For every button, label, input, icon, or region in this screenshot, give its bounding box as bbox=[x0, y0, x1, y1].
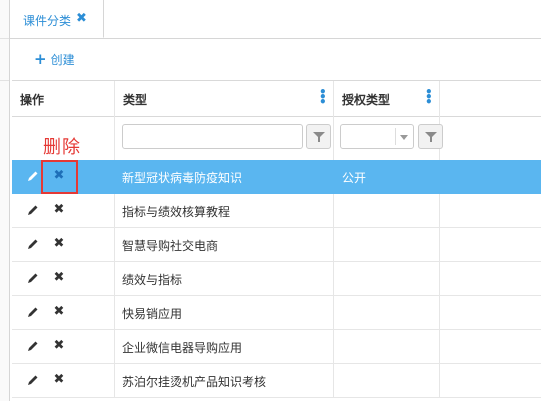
type-cell: 智慧导购社交电商 bbox=[115, 228, 334, 262]
delete-icon[interactable]: ✖ bbox=[52, 237, 66, 251]
auth-cell bbox=[334, 296, 440, 330]
delete-icon[interactable]: ✖ bbox=[52, 305, 66, 319]
tab-bar: 课件分类 ✖ bbox=[10, 0, 541, 39]
type-cell: 指标与绩效核算教程 bbox=[115, 194, 334, 228]
column-menu-icon[interactable]: • • • bbox=[319, 86, 327, 108]
auth-cell bbox=[334, 364, 440, 398]
plus-icon: + bbox=[34, 50, 47, 68]
create-label: 创建 bbox=[50, 52, 75, 67]
actions-cell: ✖ bbox=[12, 364, 115, 398]
annotation-label: 删除 bbox=[43, 137, 81, 158]
auth-cell bbox=[334, 330, 440, 364]
pencil-icon[interactable] bbox=[26, 305, 40, 319]
delete-icon[interactable]: ✖ bbox=[52, 373, 66, 387]
table-row[interactable]: ✖ 指标与绩效核算教程 bbox=[12, 194, 541, 228]
auth-cell: 公开 bbox=[334, 160, 440, 194]
pencil-icon[interactable] bbox=[26, 169, 40, 183]
delete-icon[interactable]: ✖ bbox=[52, 339, 66, 353]
table-row[interactable]: ✖ 快易销应用 bbox=[12, 296, 541, 330]
divider bbox=[0, 38, 9, 39]
divider bbox=[0, 80, 9, 81]
column-header-auth-type[interactable]: 授权类型 • • • bbox=[334, 81, 440, 117]
auth-cell bbox=[334, 194, 440, 228]
delete-icon[interactable]: ✖ bbox=[52, 203, 66, 217]
table-row[interactable]: ✖ 智慧导购社交电商 bbox=[12, 228, 541, 262]
type-filter-input[interactable] bbox=[122, 124, 303, 149]
pencil-icon[interactable] bbox=[26, 271, 40, 285]
chevron-down-icon bbox=[400, 135, 408, 140]
pencil-icon[interactable] bbox=[26, 373, 40, 387]
column-header-label: 授权类型 bbox=[342, 93, 391, 107]
auth-filter-select[interactable] bbox=[340, 124, 414, 149]
actions-cell: ✖ bbox=[12, 228, 115, 262]
actions-cell: ✖ bbox=[12, 160, 115, 194]
table-row[interactable]: ✖ 企业微信电器导购应用 bbox=[12, 330, 541, 364]
pencil-icon[interactable] bbox=[26, 339, 40, 353]
column-menu-icon[interactable]: • • • bbox=[425, 86, 433, 108]
filter-row bbox=[12, 117, 541, 160]
grid-header: 操作 类型 • • • 授权类型 • • • bbox=[12, 80, 541, 117]
table-row[interactable]: ✖ 苏泊尔挂烫机产品知识考核 bbox=[12, 364, 541, 398]
actions-cell: ✖ bbox=[12, 296, 115, 330]
pencil-icon[interactable] bbox=[26, 237, 40, 251]
data-grid: 操作 类型 • • • 授权类型 • • • ✖ 新型冠状病毒防疫知识 公开 ✖… bbox=[12, 80, 541, 401]
type-cell: 绩效与指标 bbox=[115, 262, 334, 296]
filter-cell-auth bbox=[334, 117, 443, 160]
column-header-actions: 操作 bbox=[12, 81, 115, 117]
delete-icon[interactable]: ✖ bbox=[52, 271, 66, 285]
actions-cell: ✖ bbox=[12, 194, 115, 228]
table-row[interactable]: ✖ 新型冠状病毒防疫知识 公开 bbox=[12, 160, 541, 194]
auth-cell bbox=[334, 262, 440, 296]
filter-button[interactable] bbox=[418, 124, 443, 149]
pencil-icon[interactable] bbox=[26, 203, 40, 217]
column-header-type[interactable]: 类型 • • • bbox=[115, 81, 334, 117]
left-strip bbox=[0, 0, 10, 401]
type-cell: 企业微信电器导购应用 bbox=[115, 330, 334, 364]
actions-cell: ✖ bbox=[12, 262, 115, 296]
tab-label: 课件分类 bbox=[23, 14, 72, 28]
filter-button[interactable] bbox=[306, 124, 331, 149]
close-icon[interactable]: ✖ bbox=[76, 11, 87, 26]
column-header-label: 类型 bbox=[123, 93, 148, 107]
filter-cell-type bbox=[115, 117, 334, 160]
create-button[interactable]: + 创建 bbox=[34, 50, 75, 68]
column-header-label: 操作 bbox=[20, 93, 45, 107]
type-cell: 苏泊尔挂烫机产品知识考核 bbox=[115, 364, 334, 398]
type-cell: 快易销应用 bbox=[115, 296, 334, 330]
table-row[interactable]: ✖ 绩效与指标 bbox=[12, 262, 541, 296]
tab-courseware-category[interactable]: 课件分类 ✖ bbox=[10, 0, 104, 38]
annotation-highlight-box bbox=[41, 160, 78, 194]
type-cell: 新型冠状病毒防疫知识 bbox=[115, 160, 334, 194]
actions-cell: ✖ bbox=[12, 330, 115, 364]
auth-cell bbox=[334, 228, 440, 262]
